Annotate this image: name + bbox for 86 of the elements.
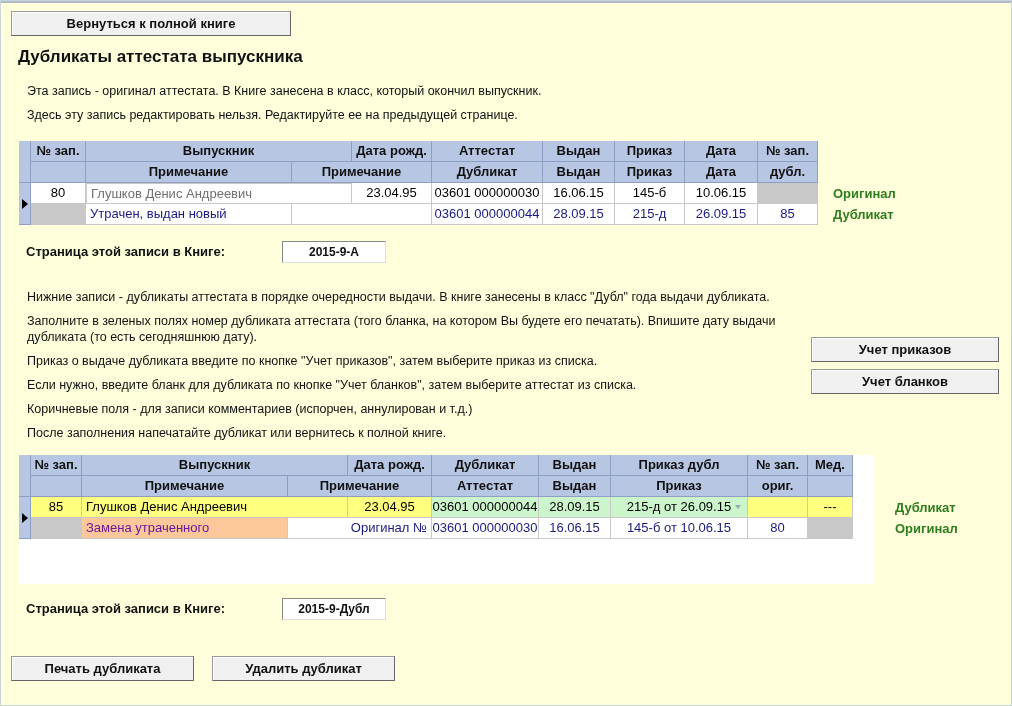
table-cell[interactable]: 28.09.15 [543,204,615,225]
header-cell [31,476,82,497]
table-cell[interactable]: 215-д от 26.09.15 [611,497,748,518]
column-header: Выдан [539,476,611,497]
column-header: Мед. [808,455,853,476]
column-header: Примечание [292,162,432,183]
row-selector[interactable] [19,183,31,225]
column-header: Приказ [615,162,685,183]
column-header: № зап. [31,455,82,476]
column-header: Дубликат [432,162,543,183]
table-cell[interactable]: 16.06.15 [539,518,611,539]
instruction-text: Коричневые поля - для записи комментариев (испорчен, аннулирован и т.д.) [27,401,474,417]
column-header: № зап. [758,141,818,162]
instruction-text: Приказ о выдаче дубликата введите по кнопке "Учет приказов", затем выберите приказ из списка. [27,353,599,369]
column-header: Выдан [543,141,615,162]
page-field[interactable]: 2015-9-Дубл [282,598,386,620]
table-cell[interactable]: 03601 000000030 [432,518,539,539]
table-cell[interactable]: 23.04.95 [352,183,432,204]
table-cell[interactable]: Глушков Денис Андреевич [82,497,348,518]
table-cell[interactable]: 03601 000000044 [432,204,543,225]
table-cell[interactable]: Утрачен, выдан новый [86,204,292,225]
table-cell[interactable]: 23.04.95 [348,497,432,518]
table-cell[interactable]: 215-д [615,204,685,225]
table-cell[interactable]: 85 [758,204,818,225]
action-button[interactable]: Печать дубликата [11,656,194,681]
column-header: дубл. [758,162,818,183]
instruction-text: Заполните в зеленых полях номер дубликата аттестата (того бланка, на котором Вы будете его печатать). Впишите дату выдачи дубликата (то есть сегодняшнюю дату). [27,313,777,345]
table-cell[interactable]: 28.09.15 [539,497,611,518]
table-cell[interactable]: 03601 000000044 [432,497,539,518]
record-type-label: Оригинал [895,519,958,538]
table-cell[interactable]: 85 [31,497,82,518]
table-cell[interactable]: Оригинал № [288,518,432,539]
table-cell[interactable]: 80 [31,183,86,204]
column-header: ориг. [748,476,808,497]
table-cell[interactable]: 03601 000000030 [432,183,543,204]
action-button[interactable]: Удалить дубликат [212,656,395,681]
table-cell[interactable]: 145-б [615,183,685,204]
table-cell[interactable]: 16.06.15 [543,183,615,204]
table-cell[interactable]: Глушков Денис Андреевич [86,183,352,204]
header-cell [31,162,86,183]
column-header: № зап. [748,455,808,476]
column-header: Аттестат [432,141,543,162]
instruction-text: После заполнения напечатайте дубликат или вернитесь к полной книге. [27,425,448,441]
page-field[interactable]: 2015-9-А [282,241,386,263]
table-cell[interactable]: Замена утраченного [82,518,288,539]
column-header: Аттестат [432,476,539,497]
column-header: Приказ [611,476,748,497]
info-text: Здесь эту запись редактировать нельзя. Редактируйте ее на предыдущей странице. [27,107,519,125]
page-title: Дубликаты аттестата выпускника [18,46,304,68]
page-label: Страница этой записи в Книге: [26,243,227,262]
column-header: Дата [685,162,758,183]
column-header: Примечание [86,162,292,183]
table-cell[interactable]: 80 [748,518,808,539]
column-header: Выдан [543,162,615,183]
column-header: Выпускник [86,141,352,162]
table-cell[interactable]: --- [808,497,853,518]
record-type-label: Дубликат [895,498,956,517]
current-row-icon [21,512,28,523]
row-selector-header [19,141,31,183]
back-button[interactable]: Вернуться к полной книге [11,11,291,36]
column-header: Приказ дубл [611,455,748,476]
column-header: Примечание [82,476,288,497]
column-header: № зап. [31,141,86,162]
table-cell[interactable]: 145-б от 10.06.15 [611,518,748,539]
column-header: Примечание [288,476,432,497]
side-button[interactable]: Учет бланков [811,369,999,394]
column-header: Дата рожд. [348,455,432,476]
table-cell[interactable]: 26.09.15 [685,204,758,225]
record-type-label: Оригинал [833,184,896,203]
column-header: Дубликат [432,455,539,476]
page-label: Страница этой записи в Книге: [26,600,227,619]
record-type-label: Дубликат [833,205,894,224]
table-cell[interactable]: 10.06.15 [685,183,758,204]
instruction-text: Нижние записи - дубликаты аттестата в порядке очередности выдачи. В книге занесены в класс "Дубл" года выдачи дубликата. [27,289,771,305]
current-row-icon [21,198,28,209]
instruction-text: Если нужно, введите бланк для дубликата по кнопке "Учет бланков", затем выберите аттестат из списка. [27,377,638,393]
row-selector[interactable] [19,497,31,539]
column-header: Дата [685,141,758,162]
column-header: Приказ [615,141,685,162]
row-selector-header [19,455,31,497]
header-cell [808,476,853,497]
side-button[interactable]: Учет приказов [811,337,999,362]
info-text: Эта запись - оригинал аттестата. В Книге занесена в класс, который окончил выпускник. [27,82,543,100]
column-header: Выпускник [82,455,348,476]
column-header: Дата рожд. [352,141,432,162]
column-header: Выдан [539,455,611,476]
